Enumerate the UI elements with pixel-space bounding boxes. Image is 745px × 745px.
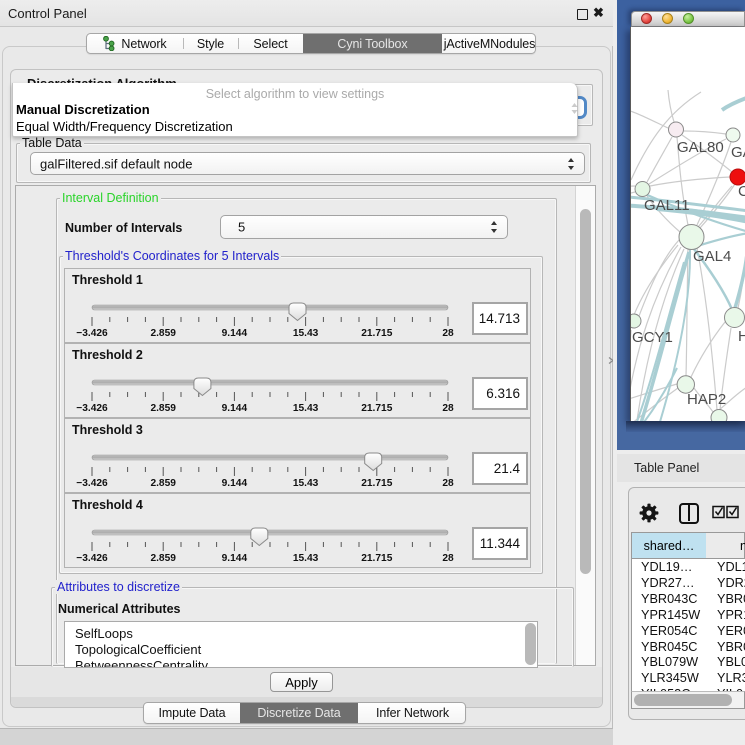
svg-text:HI: HI: [738, 328, 745, 345]
svg-text:GAL11: GAL11: [644, 197, 690, 214]
svg-text:2.859: 2.859: [150, 553, 176, 564]
svg-text:15.43: 15.43: [293, 403, 319, 414]
svg-text:−3.426: −3.426: [76, 403, 108, 414]
svg-text:GA: GA: [731, 144, 745, 161]
svg-text:28: 28: [442, 403, 454, 414]
svg-text:28: 28: [442, 328, 454, 339]
svg-text:21.715: 21.715: [361, 553, 392, 564]
svg-text:HAP2: HAP2: [687, 391, 726, 408]
svg-text:15.43: 15.43: [293, 328, 319, 339]
svg-text:9.144: 9.144: [222, 553, 248, 564]
svg-text:15.43: 15.43: [293, 553, 319, 564]
svg-text:2.859: 2.859: [150, 403, 176, 414]
svg-text:15.43: 15.43: [293, 478, 319, 489]
svg-text:21.715: 21.715: [361, 403, 392, 414]
svg-text:9.144: 9.144: [222, 328, 248, 339]
svg-text:−3.426: −3.426: [76, 553, 108, 564]
svg-text:21.715: 21.715: [361, 328, 392, 339]
svg-text:9.144: 9.144: [222, 478, 248, 489]
svg-text:28: 28: [442, 478, 454, 489]
svg-text:9.144: 9.144: [222, 403, 248, 414]
svg-text:CD: CD: [738, 183, 745, 200]
svg-text:21.715: 21.715: [361, 478, 392, 489]
svg-text:GCY1: GCY1: [632, 329, 673, 346]
svg-text:28: 28: [442, 553, 454, 564]
svg-text:2.859: 2.859: [150, 328, 176, 339]
svg-text:−3.426: −3.426: [76, 328, 108, 339]
svg-text:2.859: 2.859: [150, 478, 176, 489]
svg-text:−3.426: −3.426: [76, 478, 108, 489]
svg-text:GAL4: GAL4: [693, 248, 731, 265]
svg-text:GAL80: GAL80: [677, 139, 724, 156]
